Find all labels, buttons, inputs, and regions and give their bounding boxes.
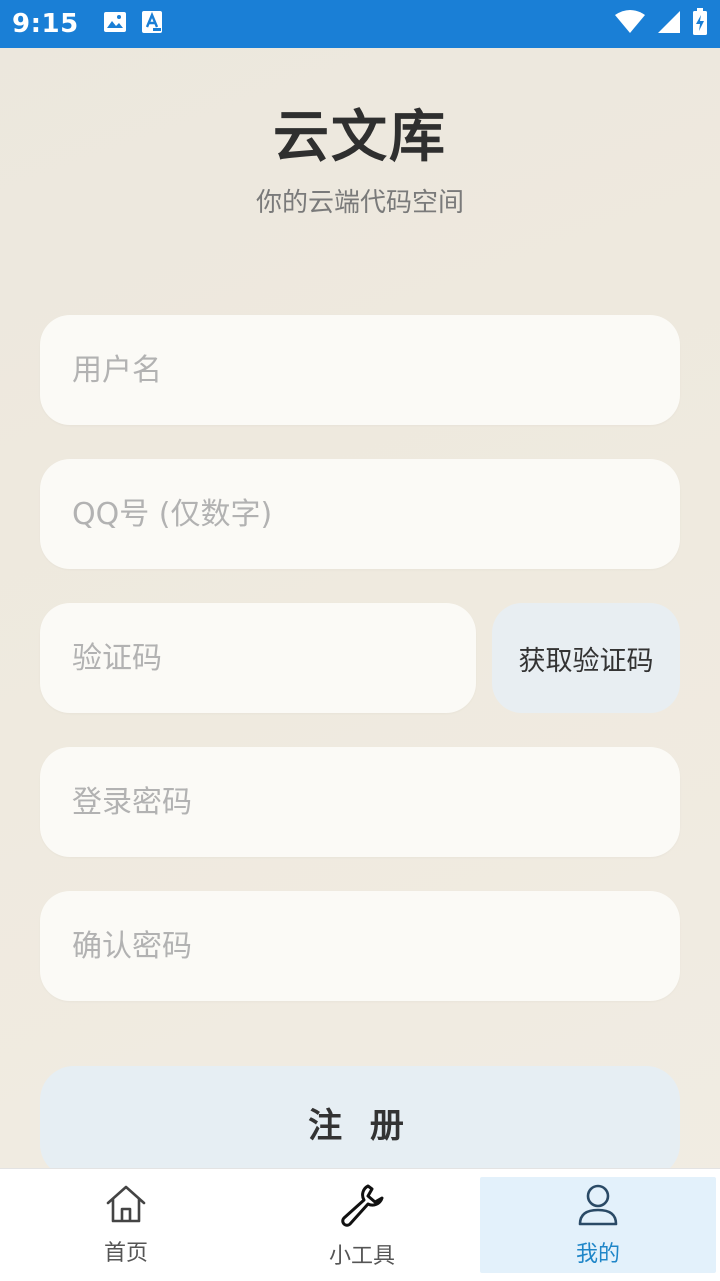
password-input[interactable] [40,747,680,857]
nav-label-home: 首页 [103,1241,148,1266]
confirm-password-input[interactable] [40,891,680,1001]
wifi-icon [614,9,646,39]
nav-item-tools[interactable]: 小工具 [244,1177,480,1273]
app-title: 云文库 [273,105,447,170]
status-time: 9:15 [12,9,79,39]
nav-label-tools: 小工具 [328,1244,395,1269]
verification-code-input[interactable] [40,603,476,713]
battery-charging-icon [692,8,708,40]
nav-label-mine: 我的 [575,1242,620,1267]
home-icon [104,1183,148,1231]
username-input[interactable] [40,315,680,425]
nav-item-home[interactable]: 首页 [8,1177,244,1273]
get-code-button[interactable]: 获取验证码 [492,603,680,713]
image-icon [103,11,127,37]
signal-icon [656,9,682,39]
status-bar: 9:15 [0,0,720,48]
nav-item-mine[interactable]: 我的 [480,1177,716,1273]
register-button[interactable]: 注 册 [40,1066,680,1178]
app-subtitle: 你的云端代码空间 [255,188,464,218]
qq-input[interactable] [40,459,680,569]
user-icon [576,1182,620,1232]
text-icon [141,10,163,38]
wrench-icon [338,1180,386,1234]
bottom-nav: 首页 小工具 我的 [0,1168,720,1281]
